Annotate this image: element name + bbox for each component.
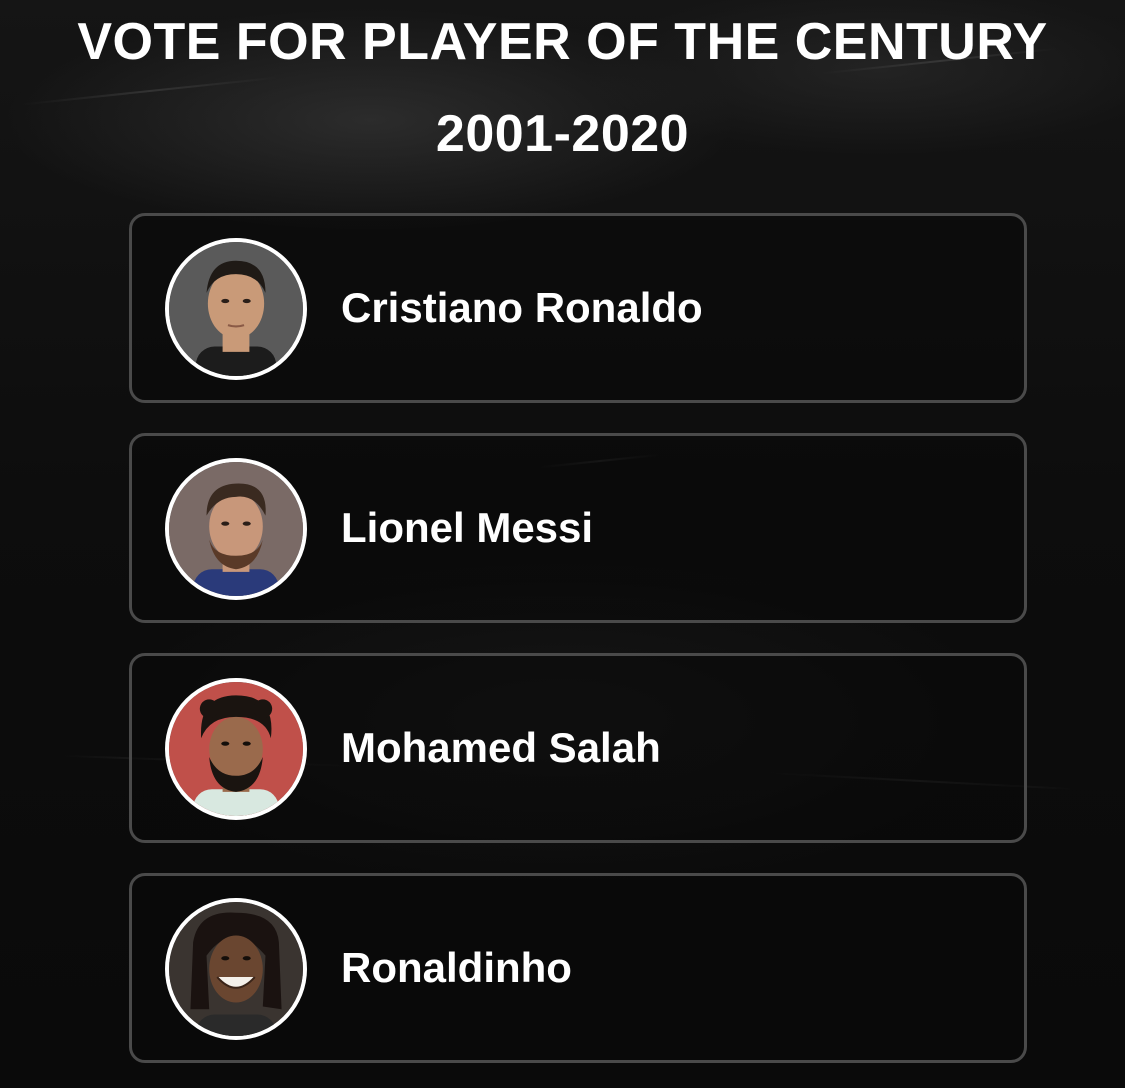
player-avatar-cristiano-ronaldo (165, 238, 307, 380)
player-photo-icon (169, 902, 303, 1036)
player-option-lionel-messi[interactable]: Lionel Messi (129, 433, 1027, 623)
background-light-streak (20, 76, 280, 106)
player-name: Lionel Messi (341, 504, 594, 551)
player-photo-icon (169, 682, 303, 816)
page-subtitle-years: 2001-2020 (435, 105, 690, 163)
player-photo-icon (169, 242, 303, 376)
player-option-cristiano-ronaldo[interactable]: Cristiano Ronaldo (129, 213, 1027, 403)
player-name: Mohamed Salah (341, 724, 661, 771)
player-avatar-mohamed-salah (165, 678, 307, 820)
player-options-list: Cristiano Ronaldo Lionel Messi Mohamed S… (129, 213, 1027, 1063)
player-option-ronaldinho[interactable]: Ronaldinho (129, 873, 1027, 1063)
vote-page: VOTE FOR PLAYER OF THE CENTURY 2001-2020… (0, 0, 1125, 1088)
player-avatar-ronaldinho (165, 898, 307, 1040)
player-photo-icon (169, 462, 303, 596)
page-title: VOTE FOR PLAYER OF THE CENTURY (77, 13, 1048, 71)
player-name: Ronaldinho (341, 944, 572, 991)
player-avatar-lionel-messi (165, 458, 307, 600)
player-option-mohamed-salah[interactable]: Mohamed Salah (129, 653, 1027, 843)
player-name: Cristiano Ronaldo (341, 284, 703, 331)
